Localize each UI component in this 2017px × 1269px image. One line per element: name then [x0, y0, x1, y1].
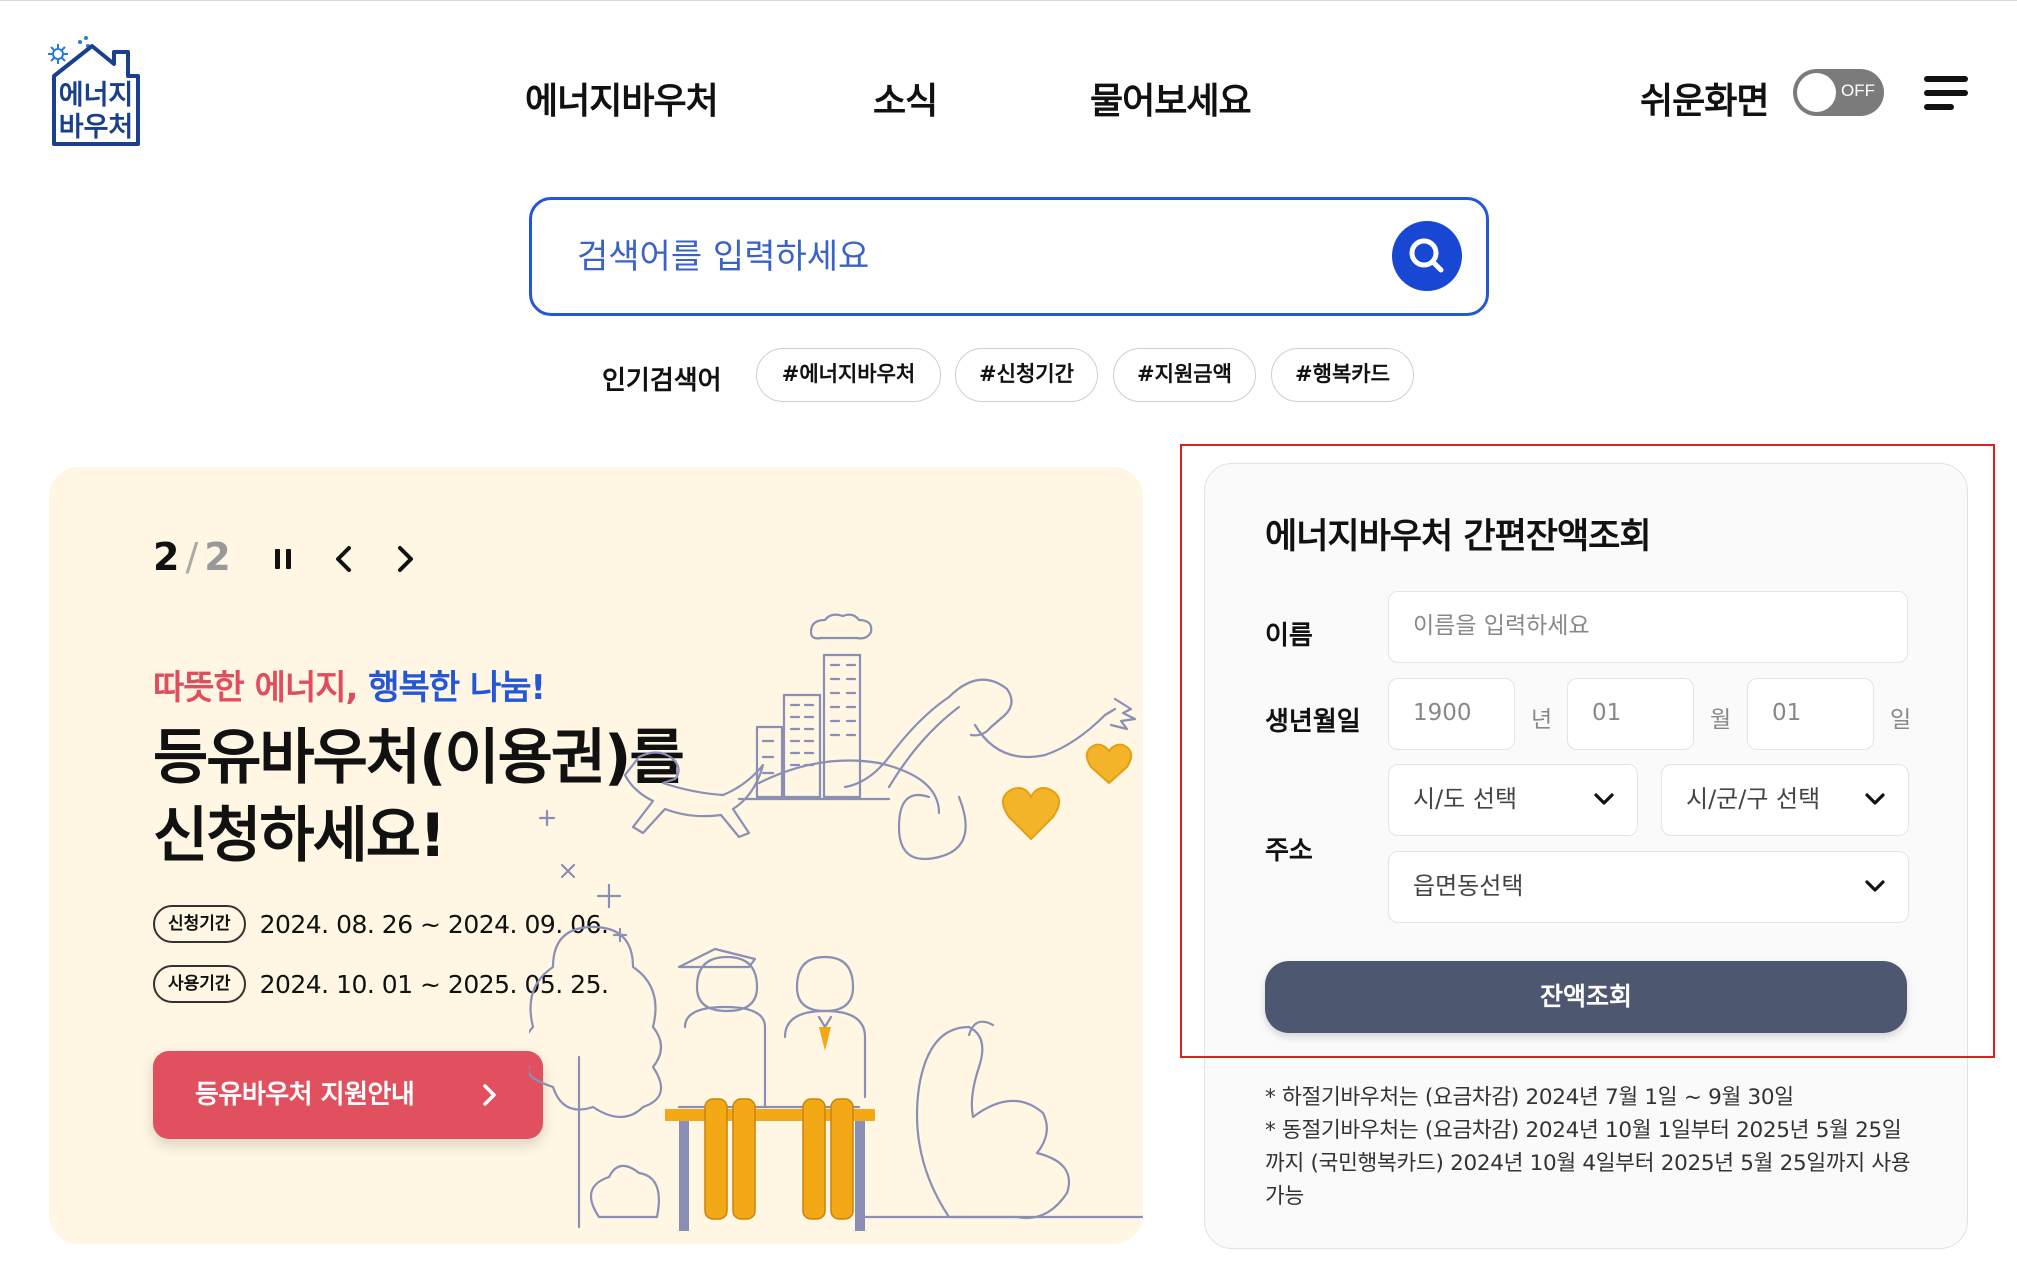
search-input[interactable]: [577, 230, 1377, 284]
popular-tag[interactable]: #신청기간: [955, 348, 1098, 402]
kerosene-guide-button[interactable]: 등유바우처 지원안내: [153, 1051, 543, 1139]
nav-ask[interactable]: 물어보세요: [1090, 72, 1252, 124]
logo-text-line2: 바우처: [59, 112, 134, 143]
chevron-right-icon: [398, 546, 413, 572]
subtitle-red: 따뜻한 에너지,: [153, 668, 358, 708]
menu-icon[interactable]: [1924, 76, 1968, 110]
popular-tag[interactable]: #행복카드: [1271, 348, 1414, 402]
logo-text-line1: 에너지: [59, 80, 134, 111]
search-button[interactable]: [1392, 221, 1462, 291]
nav-news[interactable]: 소식: [873, 72, 938, 124]
note-winter: * 동절기바우처는 (요금차감) 2024년 10월 1일부터 2025년 5월…: [1265, 1118, 1911, 1209]
nav-energy-voucher[interactable]: 에너지바우처: [525, 72, 719, 124]
easy-mode-label: 쉬운화면: [1640, 81, 1769, 122]
toggle-state-text: OFF: [1841, 81, 1875, 100]
promo-banner: 2/2 따뜻한 에너지, 행복한 나눔! 등유바우처(이용권)를 신청하세요! …: [49, 467, 1143, 1244]
pause-button[interactable]: [263, 539, 303, 579]
chevron-right-icon: [483, 1084, 496, 1106]
highlight-box: [1180, 444, 1995, 1058]
slide-current: 2: [153, 535, 180, 579]
voucher-notes: * 하절기바우처는 (요금차감) 2024년 7월 1일 ~ 9월 30일 * …: [1265, 1081, 1915, 1213]
slide-total: 2: [204, 535, 231, 579]
apply-period-label: 신청기간: [153, 905, 246, 943]
use-period-label: 사용기간: [153, 965, 246, 1003]
chevron-left-icon: [336, 546, 351, 572]
next-slide-button[interactable]: [385, 539, 425, 579]
energy-voucher-logo[interactable]: 에너지 바우처: [44, 32, 144, 150]
guide-button-label: 등유바우처 지원안내: [195, 1080, 415, 1110]
banner-subtitle: 따뜻한 에너지, 행복한 나눔!: [153, 660, 546, 709]
prev-slide-button[interactable]: [324, 539, 364, 579]
easy-mode-toggle[interactable]: OFF: [1793, 69, 1884, 116]
popular-search-title: 인기검색어: [602, 366, 722, 396]
toggle-knob: [1797, 73, 1836, 112]
note-summer: * 하절기바우처는 (요금차감) 2024년 7월 1일 ~ 9월 30일: [1265, 1085, 1794, 1110]
banner-illustration: [529, 613, 1143, 1231]
popular-tag[interactable]: #에너지바우처: [756, 348, 941, 402]
top-border: [0, 0, 2017, 1]
popular-tag[interactable]: #지원금액: [1113, 348, 1256, 402]
search-icon: [1409, 238, 1444, 273]
search-box: [529, 197, 1489, 316]
pause-icon: [275, 549, 291, 569]
subtitle-blue: 행복한 나눔!: [368, 668, 546, 708]
slide-counter: 2/2: [153, 535, 231, 579]
